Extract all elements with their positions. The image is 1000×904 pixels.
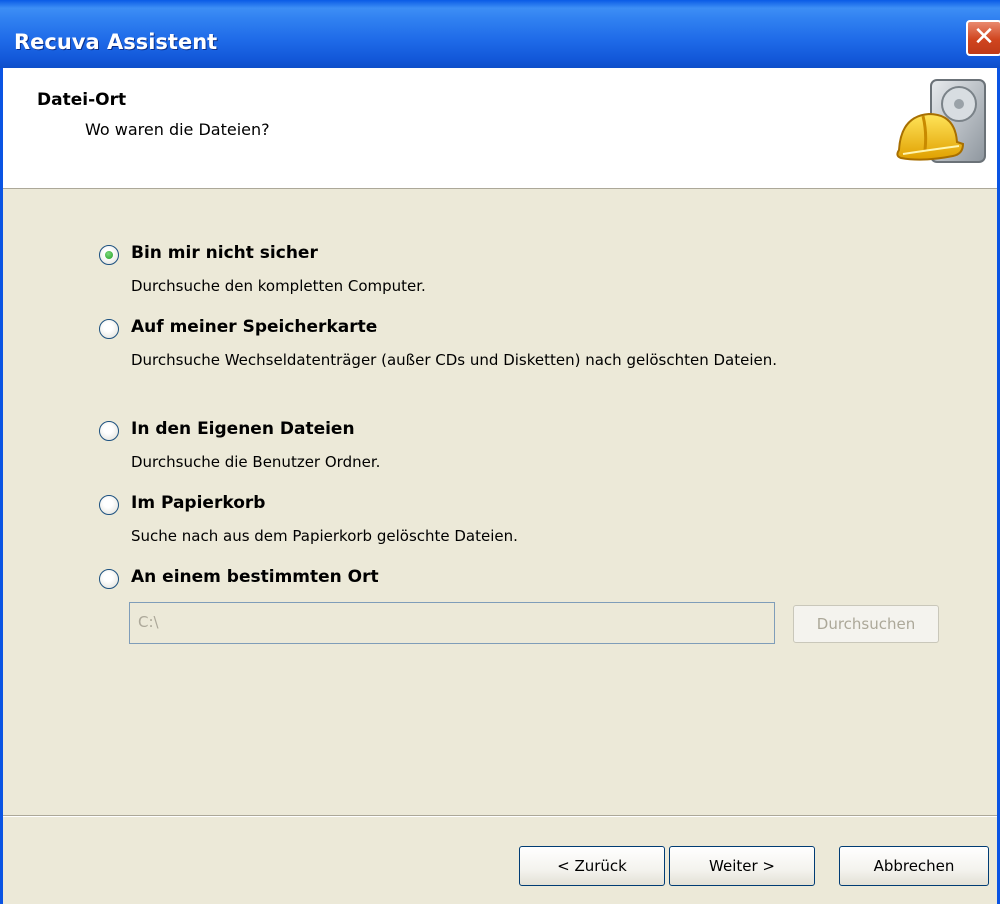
- location-path-input[interactable]: C:\: [129, 602, 775, 644]
- wizard-header: Datei-Ort Wo waren die Dateien?: [3, 68, 997, 189]
- hard-drive-helmet-icon: [896, 79, 986, 163]
- browse-button[interactable]: Durchsuchen: [793, 605, 939, 643]
- option-label: An einem bestimmten Ort: [131, 567, 379, 587]
- next-button[interactable]: Weiter >: [669, 846, 815, 886]
- radio-selected-dot: [105, 251, 113, 259]
- window-title: Recuva Assistent: [14, 30, 218, 54]
- option-label: In den Eigenen Dateien: [131, 419, 355, 439]
- option-description: Durchsuche den kompletten Computer.: [131, 277, 426, 295]
- close-button[interactable]: ✕: [966, 20, 1000, 56]
- option-description: Suche nach aus dem Papierkorb gelöschte …: [131, 527, 518, 545]
- option-description: Durchsuche die Benutzer Ordner.: [131, 453, 381, 471]
- radio-specific-location[interactable]: [99, 569, 119, 589]
- page-title: Datei-Ort: [37, 90, 127, 110]
- radio-memory-card[interactable]: [99, 319, 119, 339]
- option-label: Im Papierkorb: [131, 493, 266, 513]
- close-icon: ✕: [973, 22, 995, 52]
- back-button[interactable]: < Zurück: [519, 846, 665, 886]
- title-bar[interactable]: Recuva Assistent ✕: [0, 0, 1000, 68]
- cancel-button[interactable]: Abbrechen: [839, 846, 989, 886]
- option-label: Auf meiner Speicherkarte: [131, 317, 378, 337]
- option-label: Bin mir nicht sicher: [131, 243, 318, 263]
- page-subtitle: Wo waren die Dateien?: [85, 120, 270, 139]
- radio-my-documents[interactable]: [99, 421, 119, 441]
- radio-not-sure[interactable]: [99, 245, 119, 265]
- radio-recycle-bin[interactable]: [99, 495, 119, 515]
- option-description: Durchsuche Wechseldatenträger (außer CDs…: [131, 351, 778, 369]
- wizard-window: Recuva Assistent ✕ Datei-Ort Wo waren di…: [0, 0, 1000, 904]
- footer-divider: [3, 815, 997, 817]
